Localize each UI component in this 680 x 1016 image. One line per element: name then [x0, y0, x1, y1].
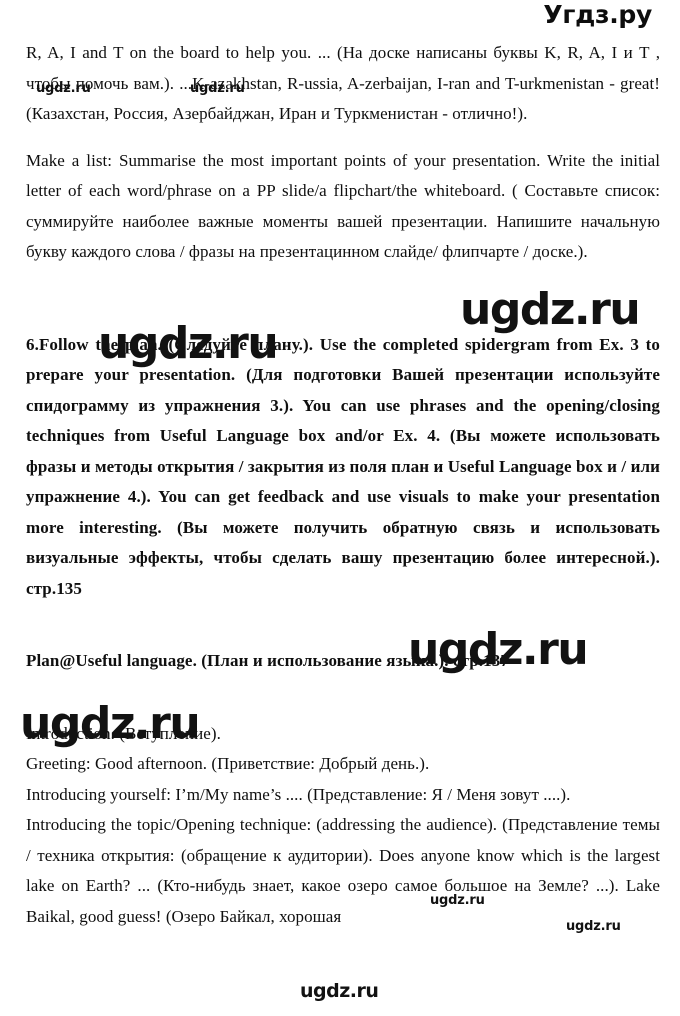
paragraph-task-6: 6.Follow the plan. (Следуйте плану.). Us… — [26, 334, 660, 598]
paragraph-make-a-list: Make a list: Summarise the most importan… — [26, 150, 660, 262]
watermark: ugdz.ru — [20, 698, 201, 749]
watermark: ugdz.ru — [300, 980, 379, 1002]
watermark: ugdz.ru — [566, 919, 621, 934]
watermark: ugdz.ru — [408, 624, 589, 675]
scanned-page: Угдз.ру R, A, I and T on the board to he… — [0, 0, 680, 1016]
paragraph-introducing-yourself: Introducing yourself: I’m/My name’s ....… — [26, 784, 571, 804]
watermark: ugdz.ru — [98, 318, 279, 369]
watermark: ugdz.ru — [430, 893, 485, 908]
watermark: ugdz.ru — [460, 284, 641, 335]
site-logo: Угдз.ру — [543, 0, 652, 29]
paragraph-greeting: Greeting: Good afternoon. (Приветствие: … — [26, 754, 430, 773]
watermark: ugdz.ru — [190, 81, 245, 96]
paragraph-letters-board: R, A, I and T on the board to help you. … — [26, 43, 660, 123]
paragraph-introducing-topic: Introducing the topic/Opening technique:… — [26, 815, 660, 926]
page-content: R, A, I and T on the board to help you. … — [26, 38, 660, 932]
watermark: ugdz.ru — [36, 81, 91, 96]
